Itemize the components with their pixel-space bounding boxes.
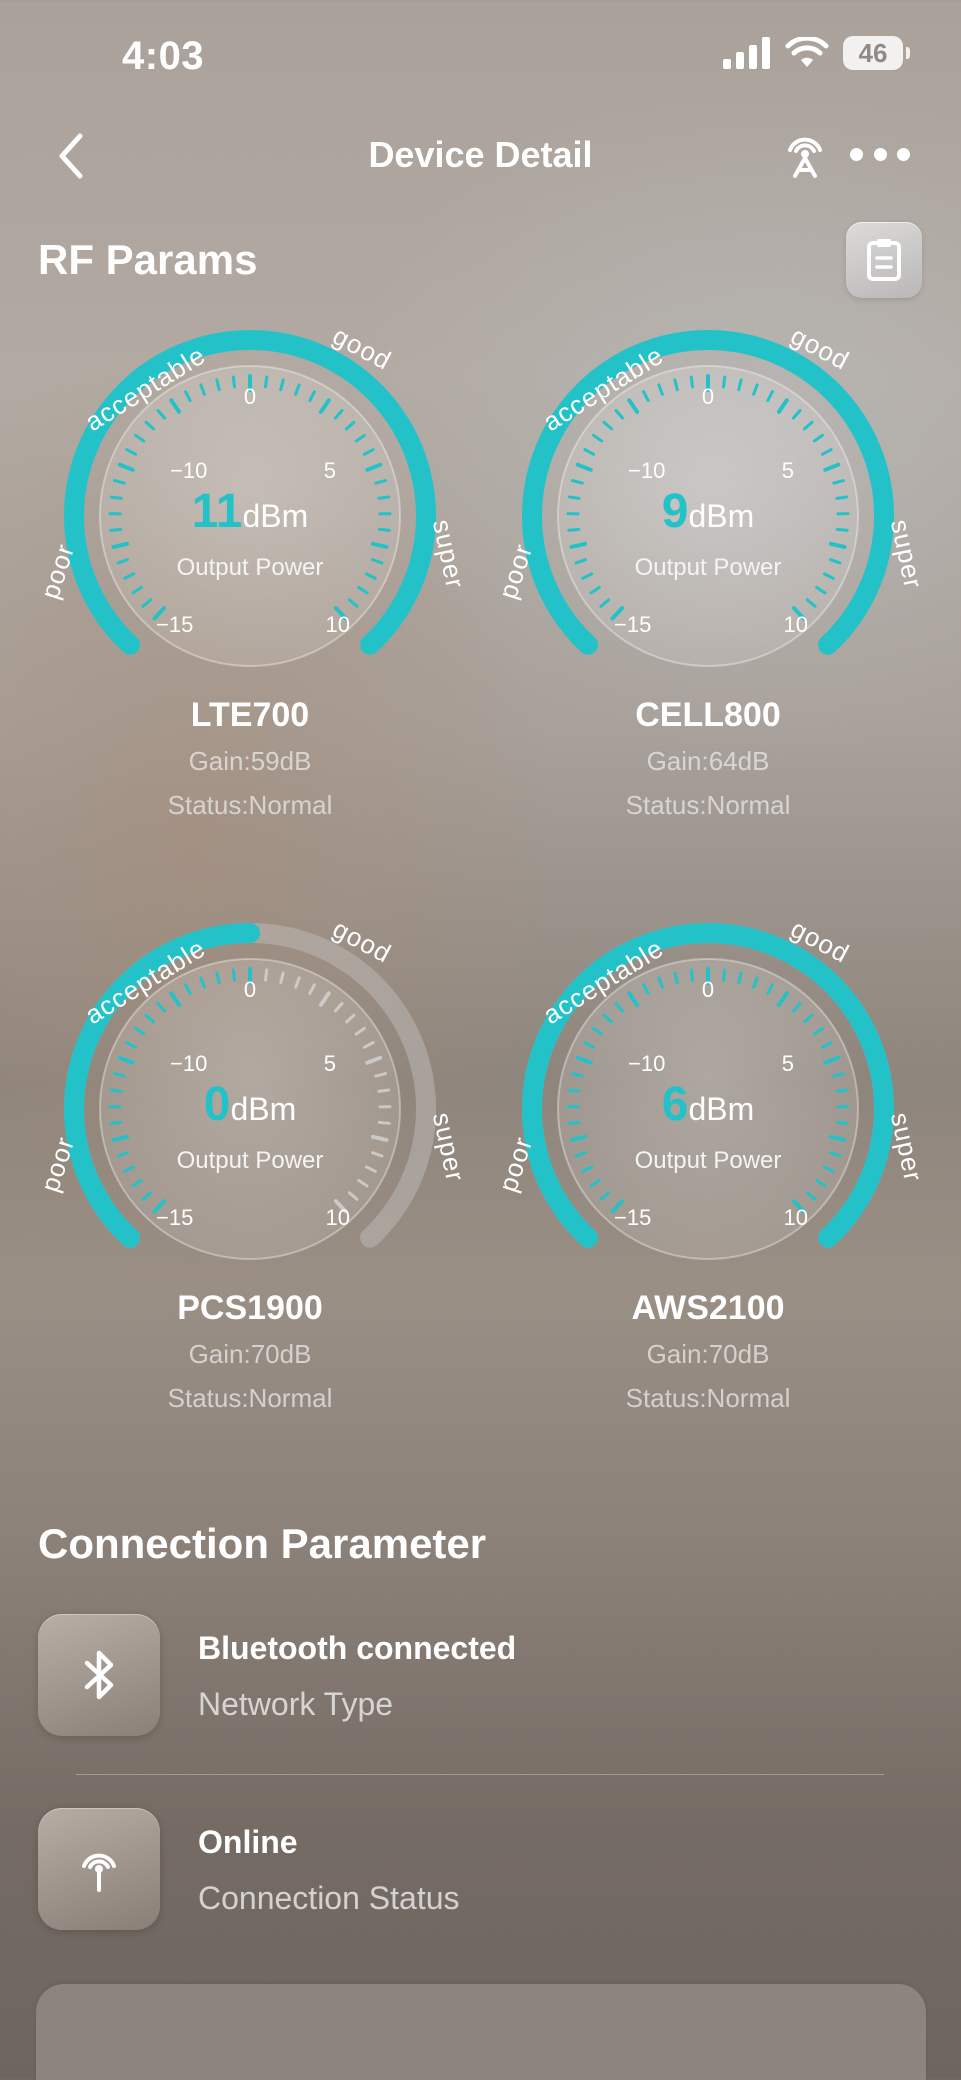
- band-name: PCS1900: [177, 1289, 323, 1327]
- clipboard-icon: [867, 239, 901, 281]
- connection-status-label: Connection Status: [198, 1880, 460, 1916]
- gauge-tick: [689, 375, 694, 389]
- tick-label: −10: [170, 1051, 207, 1076]
- tick-label: 10: [326, 612, 350, 637]
- output-power-value: 9: [661, 485, 689, 538]
- tick-label: −15: [614, 612, 651, 637]
- battery-indicator: 46: [843, 36, 910, 70]
- band-gain: Gain:59dB: [188, 746, 312, 776]
- connection-parameter-title: Connection Parameter: [38, 1520, 487, 1567]
- status-icons: 46: [723, 36, 910, 70]
- output-power-value: 11: [191, 485, 243, 538]
- band-status: Status:Normal: [167, 790, 333, 820]
- tick-label: 10: [784, 1205, 808, 1230]
- band-gain: Gain:70dB: [646, 1339, 770, 1369]
- band-name: AWS2100: [631, 1289, 785, 1327]
- report-button[interactable]: [846, 222, 922, 298]
- more-options-button[interactable]: [850, 142, 910, 166]
- band-status: Status:Normal: [167, 1383, 333, 1413]
- output-power-label: Output Power: [176, 1147, 324, 1174]
- tick-label: −15: [614, 1205, 651, 1230]
- cellular-signal-icon: [723, 37, 770, 69]
- tick-label: 0: [244, 384, 256, 409]
- dot-icon: [873, 147, 887, 161]
- navigation-bar: Device Detail: [0, 120, 961, 192]
- network-type-value: Bluetooth connected: [198, 1630, 517, 1666]
- output-power-unit: dBm: [688, 1091, 755, 1127]
- gauge-tick: [231, 375, 236, 389]
- band-status: Status:Normal: [625, 1383, 791, 1413]
- band-gain: Gain:64dB: [646, 746, 770, 776]
- tick-label: 0: [702, 384, 714, 409]
- output-power-label: Output Power: [634, 1147, 782, 1174]
- tick-label: 5: [782, 458, 794, 483]
- output-power-reading: 0dBm: [40, 1077, 460, 1132]
- signal-tower-icon: [82, 1853, 116, 1892]
- tick-label: −15: [156, 612, 193, 637]
- dot-icon: [897, 147, 910, 161]
- divider: [76, 1774, 884, 1775]
- gauge-tick: [689, 968, 694, 982]
- tick-label: −10: [628, 458, 665, 483]
- bottom-card[interactable]: [36, 1984, 926, 2080]
- gauge-tick: [264, 375, 269, 389]
- band-status: Status:Normal: [625, 790, 791, 820]
- output-power-unit: dBm: [242, 498, 309, 534]
- output-power-reading: 6dBm: [498, 1077, 918, 1132]
- tick-label: 5: [782, 1051, 794, 1076]
- tick-label: −15: [156, 1205, 193, 1230]
- output-power-value: 0: [203, 1078, 231, 1131]
- network-type-icon-box: [38, 1614, 160, 1736]
- connection-status-icon-box: [38, 1808, 160, 1930]
- status-time: 4:03: [122, 34, 205, 78]
- output-power-label: Output Power: [176, 554, 324, 581]
- tick-label: −10: [170, 458, 207, 483]
- tick-label: 10: [326, 1205, 350, 1230]
- rf-params-title: RF Params: [38, 236, 258, 283]
- connection-status-value: Online: [198, 1824, 298, 1860]
- gauge-tick: [264, 968, 269, 982]
- gauge-cell800: 0 −10 5 −15 10 poor acceptable good super 9dBm Out…: [493, 312, 929, 872]
- tick-label: −10: [628, 1051, 665, 1076]
- tick-label: 5: [324, 458, 336, 483]
- network-type-row: Bluetooth connected Network Type: [38, 1614, 918, 1738]
- gauge-pcs1900: 0 −10 5 −15 10 poor acceptable good super 0dBm Out…: [35, 905, 471, 1465]
- gauge-lte700: 0 −10 5 −15 10 poor acceptable good super 11dBm Ou…: [35, 312, 471, 872]
- network-type-label: Network Type: [198, 1686, 394, 1722]
- output-power-reading: 9dBm: [498, 484, 918, 539]
- gauge-aws2100: 0 −10 5 −15 10 poor acceptable good super 6dBm Out…: [493, 905, 929, 1465]
- wifi-icon: [785, 37, 829, 67]
- gauge-tick: [722, 375, 727, 389]
- output-power-label: Output Power: [634, 554, 782, 581]
- gauge-tick: [231, 968, 236, 982]
- gauge-tick: [722, 968, 727, 982]
- connection-status-row: Online Connection Status: [38, 1808, 918, 1932]
- dot-icon: [850, 147, 863, 161]
- tick-label: 0: [244, 977, 256, 1002]
- band-name: CELL800: [635, 696, 781, 734]
- output-power-value: 6: [661, 1078, 689, 1131]
- bluetooth-icon: [84, 1650, 114, 1700]
- signal-tower-icon[interactable]: [780, 128, 830, 180]
- band-gain: Gain:70dB: [188, 1339, 312, 1369]
- tick-label: 10: [784, 612, 808, 637]
- output-power-unit: dBm: [688, 498, 755, 534]
- tick-label: 0: [702, 977, 714, 1002]
- status-bar: 4:03 46: [0, 0, 961, 110]
- band-name: LTE700: [190, 696, 310, 734]
- output-power-unit: dBm: [230, 1091, 297, 1127]
- output-power-reading: 11dBm: [40, 484, 460, 539]
- tick-label: 5: [324, 1051, 336, 1076]
